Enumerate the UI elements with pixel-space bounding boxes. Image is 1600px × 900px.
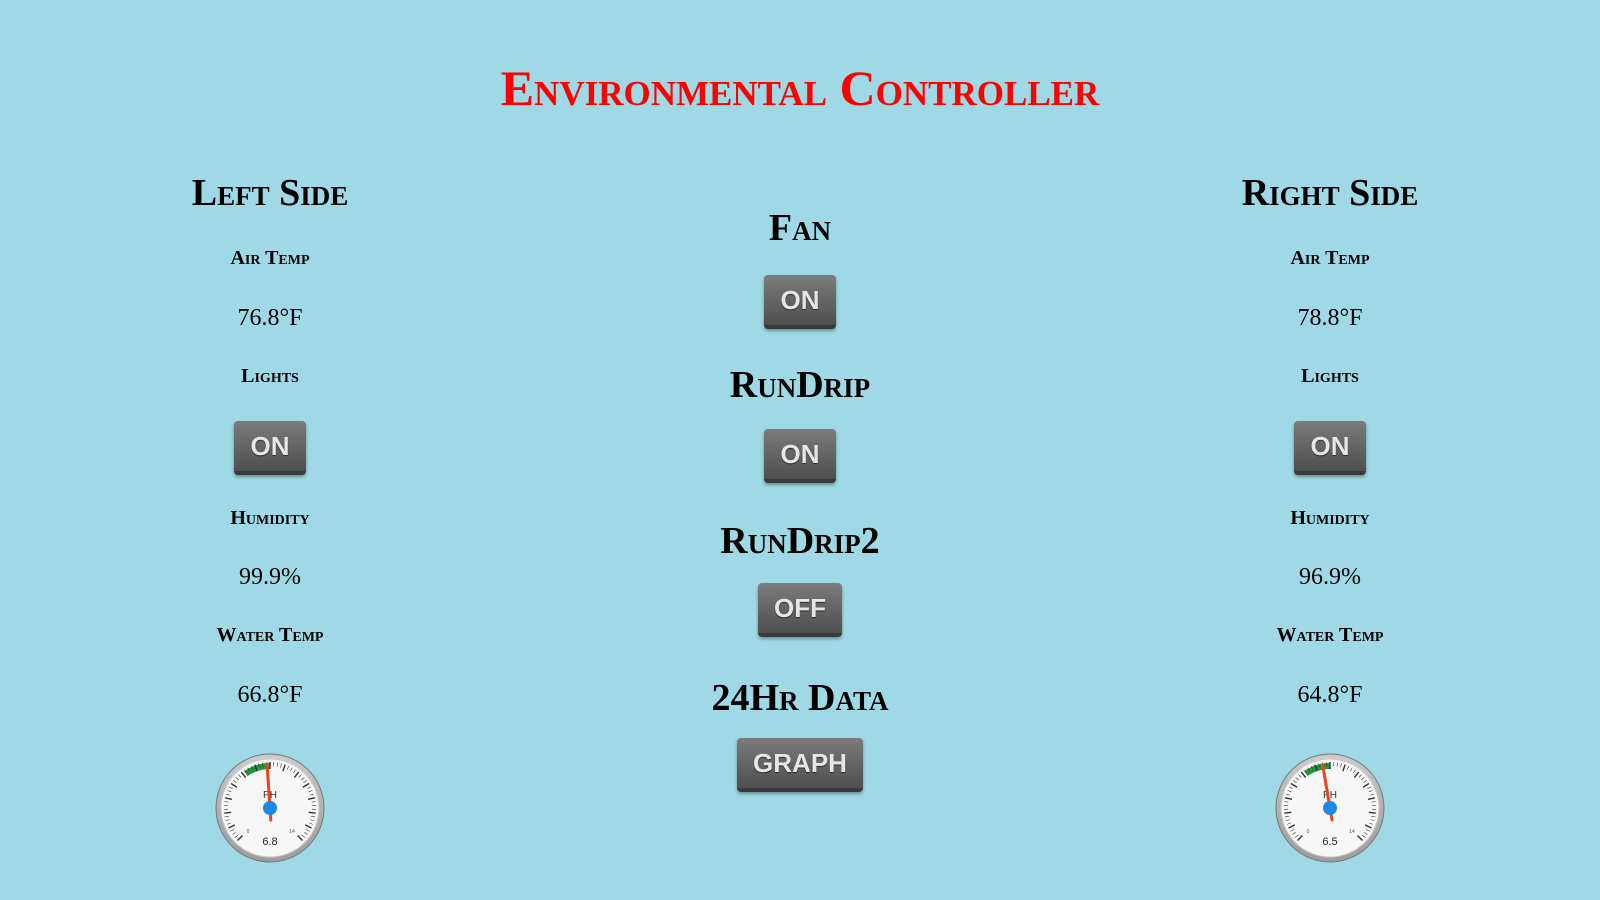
right-humidity-value: 96.9% <box>1299 564 1361 590</box>
right-air-temp-value: 78.8°F <box>1297 305 1363 331</box>
rundrip-toggle-button[interactable]: ON <box>764 429 836 483</box>
left-humidity-label: Humidity <box>230 507 310 529</box>
ph-gauge-tick <box>1284 811 1292 814</box>
ph-gauge-max-label: 14 <box>1349 829 1355 835</box>
ph-gauge-dial: PH 0 14 6.5 <box>1275 753 1385 863</box>
fan-label: Fan <box>768 207 832 249</box>
left-lights-button[interactable]: ON <box>234 421 306 475</box>
rundrip-label: RunDrip <box>729 364 871 406</box>
ph-gauge-max-label: 14 <box>289 829 295 835</box>
rundrip2-toggle-button[interactable]: OFF <box>758 583 842 637</box>
ph-gauge-value: 6.8 <box>262 836 277 848</box>
ph-gauge-hub <box>1323 801 1337 815</box>
left-air-temp-label: Air Temp <box>230 247 310 269</box>
ph-gauge-min-label: 0 <box>1307 829 1310 835</box>
left-water-temp-label: Water Temp <box>216 624 324 646</box>
right-side-heading: Right Side <box>1241 172 1419 214</box>
left-water-temp-value: 66.8°F <box>237 682 303 708</box>
left-air-temp-value: 76.8°F <box>237 305 303 331</box>
right-lights-label: Lights <box>1301 365 1359 387</box>
right-ph-gauge: PH 0 14 6.5 <box>1274 752 1386 864</box>
rundrip2-label: RunDrip2 <box>720 520 880 562</box>
page-title: Environmental Controller <box>500 60 1100 116</box>
24hr-data-label: 24Hr Data <box>711 677 889 719</box>
ph-gauge-value: 6.5 <box>1322 836 1337 848</box>
left-humidity-value: 99.9% <box>239 564 301 590</box>
left-side-heading: Left Side <box>191 172 349 214</box>
fan-toggle-button[interactable]: ON <box>764 275 836 329</box>
ph-gauge-tick <box>1368 811 1376 814</box>
right-water-temp-value: 64.8°F <box>1297 682 1363 708</box>
ph-gauge-dial: PH 0 14 6.8 <box>215 753 325 863</box>
left-ph-gauge: PH 0 14 6.8 <box>214 752 326 864</box>
ph-gauge-tick <box>224 811 232 814</box>
right-humidity-label: Humidity <box>1290 507 1370 529</box>
right-lights-button[interactable]: ON <box>1294 421 1366 475</box>
graph-button[interactable]: GRAPH <box>737 738 863 792</box>
right-air-temp-label: Air Temp <box>1290 247 1370 269</box>
ph-gauge-tick <box>308 811 316 814</box>
ph-gauge-min-label: 0 <box>247 829 250 835</box>
ph-gauge-hub <box>263 801 277 815</box>
left-lights-label: Lights <box>241 365 299 387</box>
right-water-temp-label: Water Temp <box>1276 624 1384 646</box>
